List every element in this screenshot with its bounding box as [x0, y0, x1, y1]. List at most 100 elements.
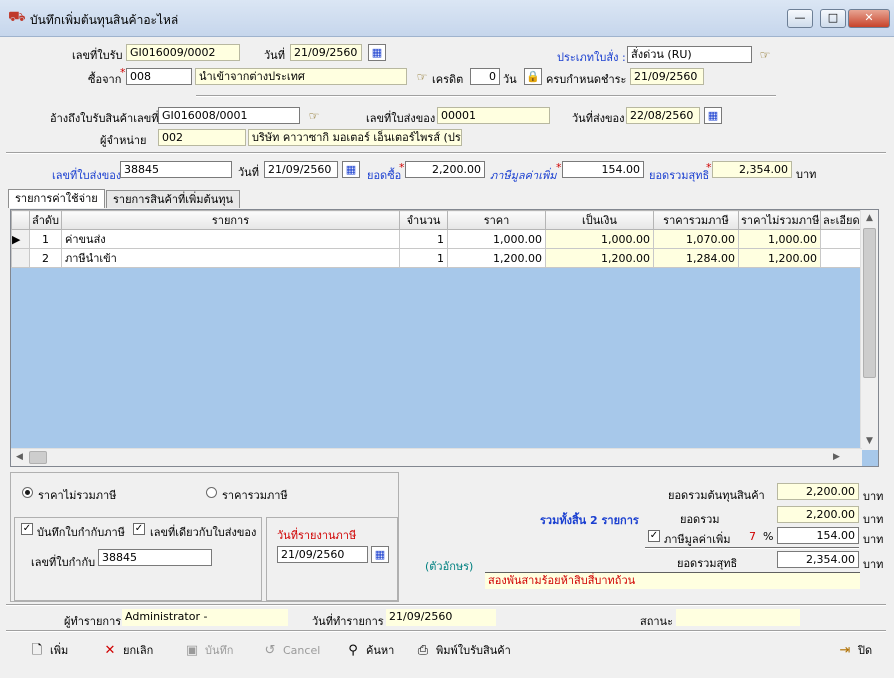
calendar-icon[interactable]: ▦: [371, 546, 389, 563]
table-row[interactable]: ▶ 1 ค่าขนส่ง 1 1,000.00 1,000.00 1,070.0…: [11, 229, 863, 249]
cell-price[interactable]: 1,200.00: [447, 248, 546, 268]
new-document-icon: 🗋: [31, 643, 43, 658]
scroll-up-icon[interactable]: ▲: [861, 210, 878, 227]
buy-from-code-field[interactable]: 008: [126, 68, 192, 85]
cell-detail[interactable]: [820, 229, 863, 249]
tab-cost-items[interactable]: รายการสินค้าที่เพิ่มต้นทุน: [106, 190, 240, 208]
delivery-date-field: 22/08/2560: [626, 107, 700, 124]
receipt-no-label: เลขที่ใบรับ: [72, 49, 123, 62]
cell-seq[interactable]: 2: [29, 248, 62, 268]
vat-checkbox[interactable]: ✓: [648, 530, 660, 542]
save-button[interactable]: ▣ บันทึก: [183, 640, 234, 662]
receipt-no-field[interactable]: GI016009/0002: [126, 44, 240, 61]
scroll-left-icon[interactable]: ◀: [11, 449, 28, 466]
cancel-edit-button[interactable]: ✕ ยกเลิก: [101, 640, 154, 662]
order-type-field[interactable]: สั่งด่วน (RU): [627, 46, 752, 63]
search-button[interactable]: ⚲ ค้นหา: [344, 640, 394, 662]
horizontal-scrollbar[interactable]: ◀ ▶: [11, 448, 862, 466]
buy-from-name-field: นำเข้าจากต่างประเทศ: [195, 68, 407, 85]
price-incl-vat-radio[interactable]: [206, 487, 217, 498]
column-header[interactable]: ราคารวมภาษี: [653, 210, 739, 230]
price-excl-vat-radio[interactable]: [22, 487, 33, 498]
close-button[interactable]: ⇥ ปิด: [836, 640, 873, 662]
scroll-thumb[interactable]: [29, 451, 47, 464]
table-row[interactable]: 2 ภาษีนำเข้า 1 1,200.00 1,200.00 1,284.0…: [11, 248, 863, 268]
cell-incl-vat[interactable]: 1,284.00: [653, 248, 739, 268]
cancel-button[interactable]: ↺ Cancel: [261, 640, 321, 662]
baht-label: บาท: [796, 168, 817, 181]
date-field[interactable]: 21/09/2560: [290, 44, 362, 61]
price-excl-vat-label: ราคาไม่รวมภาษี: [38, 489, 117, 502]
print-button[interactable]: ⎙ พิมพ์ใบรับสินค้า: [414, 640, 511, 662]
same-as-delivery-label: เลขที่เดียวกับใบส่งของ: [150, 526, 257, 539]
tax-report-date-label: วันที่รายงานภาษี: [277, 529, 357, 542]
cell-amount[interactable]: 1,000.00: [545, 229, 654, 249]
column-header[interactable]: ราคา: [447, 210, 546, 230]
summary-date-field[interactable]: 21/09/2560: [264, 161, 338, 178]
row-header[interactable]: [11, 248, 30, 268]
totals-vat-field[interactable]: 154.00: [777, 527, 859, 544]
save-tax-invoice-checkbox[interactable]: ✓: [21, 523, 33, 535]
add-button[interactable]: 🗋 เพิ่ม: [28, 640, 69, 662]
summary-delivery-no-label: เลขที่ใบส่งของ: [52, 169, 122, 182]
minimize-button[interactable]: —: [787, 9, 813, 28]
column-header[interactable]: ลำดับ: [29, 210, 62, 230]
current-row-indicator-icon[interactable]: ▶: [11, 229, 30, 249]
scroll-thumb[interactable]: [863, 228, 876, 378]
vertical-scrollbar[interactable]: ▲ ▼: [860, 210, 878, 450]
cell-incl-vat[interactable]: 1,070.00: [653, 229, 739, 249]
close-window-button[interactable]: ✕: [848, 9, 890, 28]
column-header[interactable]: ละเอียดเพิ่: [820, 210, 863, 230]
user-field: Administrator -: [122, 609, 288, 626]
cell-amount[interactable]: 1,200.00: [545, 248, 654, 268]
summary-delivery-no-field[interactable]: 38845: [120, 161, 232, 178]
baht-label: บาท: [863, 533, 884, 546]
column-header[interactable]: รายการ: [61, 210, 400, 230]
lock-icon[interactable]: 🔒: [524, 68, 542, 85]
ref-receipt-field[interactable]: GI016008/0001: [158, 107, 300, 124]
cell-item[interactable]: ภาษีนำเข้า: [61, 248, 400, 268]
scroll-right-icon[interactable]: ▶: [828, 449, 845, 466]
expense-grid[interactable]: ลำดับ รายการ จำนวน ราคา เป็นเงิน ราคารวม…: [10, 209, 879, 467]
lookup-icon[interactable]: ☞: [305, 108, 323, 124]
undo-icon: ↺: [264, 643, 276, 658]
purchase-label: ยอดซื้อ: [367, 169, 402, 182]
disk-icon: ▣: [185, 643, 199, 658]
toolbar-divider: [6, 630, 886, 632]
baht-label: บาท: [863, 513, 884, 526]
scroll-down-icon[interactable]: ▼: [861, 433, 878, 450]
purchase-field[interactable]: 2,200.00: [405, 161, 485, 178]
cell-seq[interactable]: 1: [29, 229, 62, 249]
cell-excl-vat[interactable]: 1,200.00: [738, 248, 821, 268]
cell-qty[interactable]: 1: [399, 229, 448, 249]
column-header[interactable]: ราคาไม่รวมภาษี: [738, 210, 821, 230]
cell-price[interactable]: 1,000.00: [447, 229, 546, 249]
delivery-no-label: เลขที่ใบส่งของ: [366, 112, 436, 125]
status-field: [676, 609, 800, 626]
lookup-icon[interactable]: ☞: [413, 69, 431, 85]
order-type-label: ประเภทใบสั่ง :: [557, 51, 626, 64]
cell-excl-vat[interactable]: 1,000.00: [738, 229, 821, 249]
baht-label: บาท: [863, 490, 884, 503]
save-tax-invoice-label: บันทึกใบกำกับภาษี: [37, 526, 125, 539]
cell-item[interactable]: ค่าขนส่ง: [61, 229, 400, 249]
calendar-icon[interactable]: ▦: [704, 107, 722, 124]
calendar-icon[interactable]: ▦: [342, 161, 360, 178]
same-as-delivery-checkbox[interactable]: ✓: [133, 523, 145, 535]
column-header[interactable]: เป็นเงิน: [545, 210, 654, 230]
tax-invoice-no-field[interactable]: 38845: [98, 549, 212, 566]
vat-field[interactable]: 154.00: [562, 161, 644, 178]
cell-detail[interactable]: [820, 248, 863, 268]
lookup-icon[interactable]: ☞: [756, 47, 774, 63]
app-icon: ⛟: [8, 9, 26, 25]
maximize-button[interactable]: □: [820, 9, 846, 28]
credit-days-field[interactable]: 0: [470, 68, 500, 85]
amount-in-words: สองพันสามร้อยห้าสิบสี่บาทถ้วน: [485, 572, 860, 589]
column-header[interactable]: จำนวน: [399, 210, 448, 230]
calendar-icon[interactable]: ▦: [368, 44, 386, 61]
delivery-no-field: 00001: [437, 107, 550, 124]
tax-report-date-field[interactable]: 21/09/2560: [277, 546, 368, 563]
totals-net-field: 2,354.00: [777, 551, 859, 568]
cell-qty[interactable]: 1: [399, 248, 448, 268]
tab-expenses[interactable]: รายการค่าใช้จ่าย: [8, 189, 105, 208]
